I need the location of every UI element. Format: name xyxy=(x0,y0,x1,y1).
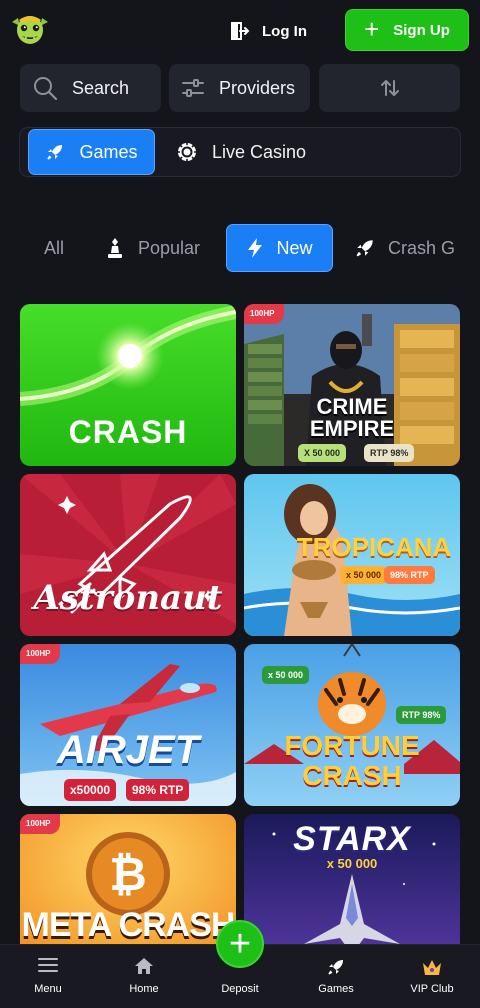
tab-new-label: New xyxy=(276,237,313,258)
hamburger-menu-icon xyxy=(38,958,58,972)
signup-label: Sign Up xyxy=(393,21,450,39)
sliders-icon xyxy=(182,79,204,97)
crown-icon xyxy=(423,960,441,975)
sort-arrows-icon xyxy=(380,80,399,96)
category-live-casino[interactable]: Live Casino xyxy=(176,129,306,175)
nav-games-label: Games xyxy=(318,983,354,995)
login-door-icon xyxy=(231,22,250,40)
category-games-label: Games xyxy=(79,141,138,162)
plus-icon: + xyxy=(364,14,380,44)
tab-all-label: All xyxy=(44,237,65,258)
badge-label: 100HP xyxy=(20,814,61,834)
chess-piece-icon xyxy=(108,238,122,258)
nav-games[interactable]: Games xyxy=(288,945,384,1008)
game-title: META CRASH xyxy=(21,906,236,944)
login-button[interactable]: Log In xyxy=(228,16,307,46)
nav-home[interactable]: Home xyxy=(96,945,192,1008)
search-button[interactable]: Search xyxy=(20,64,161,112)
game-title-line2: EMPIRE xyxy=(309,416,395,441)
tab-all[interactable]: All xyxy=(44,224,64,272)
game-tile-crime-empire[interactable]: 100HP CRIME EMPIRE X 50 000 RTP 98% xyxy=(244,304,460,466)
rocket-icon xyxy=(356,240,373,257)
game-title-line1: CRIME xyxy=(316,394,388,419)
nav-home-label: Home xyxy=(129,983,159,995)
game-title: STARX xyxy=(293,820,411,858)
category-switch: Games Live Casino xyxy=(19,127,461,177)
game-tile-fortune-crash[interactable]: x 50 000 RTP 98% FORTUNE CRASH xyxy=(244,644,460,806)
multiplier-pill: X 50 000 xyxy=(298,444,347,462)
game-title: Astronaut xyxy=(33,578,223,618)
tab-popular[interactable]: Popular xyxy=(104,224,200,272)
search-icon xyxy=(34,77,58,101)
nav-vip-label: VIP Club xyxy=(410,983,454,995)
poker-chip-icon xyxy=(177,142,197,162)
game-title: TROPICANA xyxy=(296,532,452,562)
tab-crash-games[interactable]: Crash G xyxy=(354,224,455,272)
game-tabs: All Popular New Crash G xyxy=(0,224,480,272)
lightning-icon xyxy=(248,238,263,258)
multiplier-pill: x 50 000 xyxy=(262,666,310,684)
game-tile-tropicana[interactable]: TROPICANA x 50 000 98% RTP xyxy=(244,474,460,636)
category-live-label: Live Casino xyxy=(212,141,307,162)
plus-icon: + xyxy=(228,923,252,965)
game-tile-airjet[interactable]: 100HP AIRJET x50000 98% RTP xyxy=(20,644,236,806)
rtp-pill: 98% RTP xyxy=(126,779,190,801)
providers-label: Providers xyxy=(219,77,296,98)
rtp-pill: 98% RTP xyxy=(384,566,435,584)
tab-crash-label: Crash G xyxy=(388,237,456,258)
multiplier-pill: x50000 xyxy=(64,779,117,801)
badge-label: 100HP xyxy=(244,304,285,324)
sort-button[interactable] xyxy=(319,64,460,112)
svg-text:₿: ₿ xyxy=(109,848,147,900)
providers-button[interactable]: Providers xyxy=(169,64,310,112)
nav-vip-club[interactable]: VIP Club xyxy=(384,945,480,1008)
rtp-pill: RTP 98% xyxy=(396,706,447,724)
crime-empire-artwork xyxy=(244,304,460,466)
game-title: CRASH xyxy=(244,762,460,790)
goblin-logo-icon[interactable] xyxy=(10,10,50,48)
game-tile-crash[interactable]: CRASH xyxy=(20,304,236,466)
nav-menu-label: Menu xyxy=(34,983,62,995)
rocket-icon xyxy=(328,960,343,975)
search-label: Search xyxy=(72,77,130,98)
home-icon xyxy=(135,958,153,974)
tab-popular-label: Popular xyxy=(138,237,201,258)
login-label: Log In xyxy=(262,22,307,40)
top-header: Log In + Sign Up xyxy=(0,0,480,60)
game-title: AIRJET xyxy=(56,728,200,772)
game-title-line1: FORTUNE xyxy=(284,730,420,761)
game-title: EMPIRE xyxy=(244,418,460,440)
game-title: CRIME xyxy=(244,396,460,418)
game-title: FORTUNE xyxy=(244,732,460,760)
badge-label: 100HP xyxy=(20,644,61,664)
game-title: CRASH xyxy=(68,414,188,450)
category-games[interactable]: Games xyxy=(28,129,155,175)
rocket-icon xyxy=(47,145,63,160)
deposit-plus-button[interactable]: + xyxy=(216,920,264,968)
rtp-pill: RTP 98% xyxy=(364,444,415,462)
nav-deposit-label: Deposit xyxy=(221,983,259,995)
multiplier-pill: x 50 000 xyxy=(340,566,388,584)
nav-menu[interactable]: Menu xyxy=(0,945,96,1008)
tab-new[interactable]: New xyxy=(226,224,333,272)
casino-lobby: Log In + Sign Up Search Providers Games … xyxy=(0,0,480,1008)
multiplier-label: x 50 000 xyxy=(326,856,378,871)
signup-button[interactable]: + Sign Up xyxy=(345,9,469,51)
game-tile-astronaut[interactable]: Astronaut xyxy=(20,474,236,636)
game-title-line2: CRASH xyxy=(302,760,402,791)
